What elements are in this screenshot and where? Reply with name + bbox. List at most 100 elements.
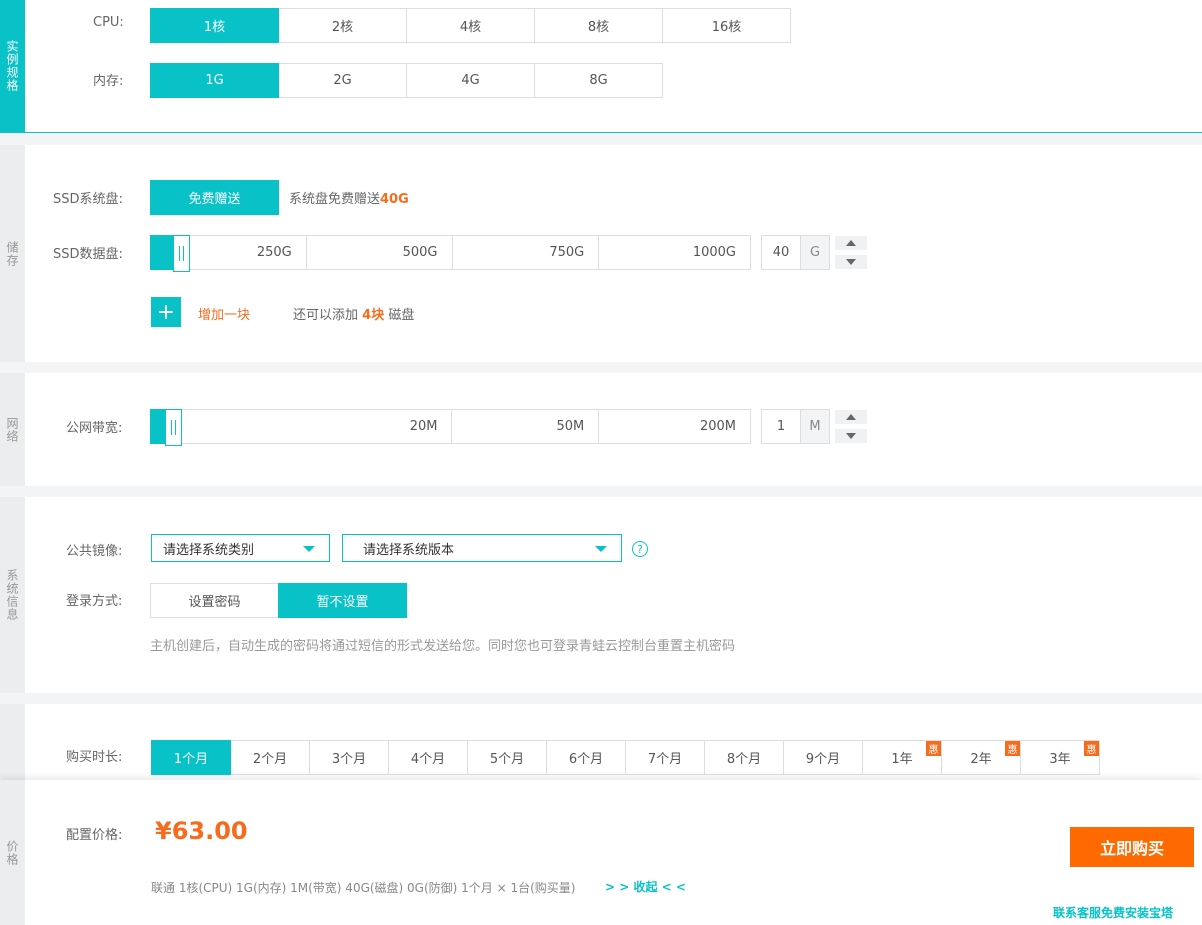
- system-disk-label: SSD系统盘:: [53, 192, 123, 207]
- cpu-option-2[interactable]: 2核: [278, 8, 407, 43]
- remaining-disks-note: 还可以添加 4块 磁盘: [293, 304, 414, 323]
- cpu-option-8[interactable]: 8核: [534, 8, 663, 43]
- cpu-label: CPU:: [93, 15, 124, 30]
- login-options: 设置密码 暂不设置: [150, 583, 407, 618]
- contact-support-link[interactable]: 联系客服免费安装宝塔: [1053, 904, 1173, 921]
- add-disk-link[interactable]: 增加一块: [198, 304, 250, 323]
- discount-badge: 惠: [926, 741, 941, 756]
- data-disk-decrement[interactable]: [835, 255, 867, 269]
- price-value: ¥63.00: [155, 817, 248, 845]
- data-disk-size-value[interactable]: 40: [762, 236, 800, 269]
- duration-option[interactable]: 4个月: [388, 740, 468, 775]
- data-disk-slider[interactable]: 250G 500G 750G 1000G: [150, 235, 751, 272]
- discount-badge: 惠: [1084, 741, 1099, 756]
- price-side-label: 价格: [0, 780, 25, 925]
- bandwidth-mark: 20M: [409, 419, 438, 434]
- bandwidth-slider-handle[interactable]: [165, 409, 182, 446]
- spec-side-label: 实例规格: [0, 0, 25, 132]
- storage-section: 储存 SSD系统盘: 免费赠送 系统盘免费赠送40G SSD数据盘: 250G …: [0, 145, 1202, 362]
- duration-option-year[interactable]: 2年 惠: [941, 740, 1021, 775]
- data-disk-mark: 1000G: [598, 236, 750, 269]
- cpu-option-1[interactable]: 1核: [150, 8, 279, 43]
- bandwidth-input[interactable]: 1 M: [761, 409, 830, 444]
- duration-option[interactable]: 2个月: [230, 740, 310, 775]
- discount-badge: 惠: [1005, 741, 1020, 756]
- section-gap: [0, 693, 1202, 704]
- price-section: 价格 配置价格: ¥63.00 立即购买 联通 1核(CPU) 1G(内存) 1…: [0, 780, 1202, 925]
- config-summary: 联通 1核(CPU) 1G(内存) 1M(带宽) 40G(磁盘) 0G(防御) …: [151, 881, 576, 895]
- duration-option[interactable]: 5个月: [467, 740, 547, 775]
- cpu-option-4[interactable]: 4核: [406, 8, 535, 43]
- free-gift-button[interactable]: 免费赠送: [150, 180, 279, 215]
- remaining-count: 4块: [362, 308, 385, 323]
- no-password-option[interactable]: 暂不设置: [278, 583, 407, 618]
- cpu-option-16[interactable]: 16核: [662, 8, 791, 43]
- duration-option[interactable]: 6个月: [546, 740, 626, 775]
- data-disk-increment[interactable]: [835, 236, 867, 250]
- memory-option-1g[interactable]: 1G: [150, 63, 279, 98]
- duration-option[interactable]: 8个月: [704, 740, 784, 775]
- duration-option[interactable]: 3个月: [309, 740, 389, 775]
- os-type-select[interactable]: 请选择系统类别: [151, 534, 330, 562]
- memory-option-8g[interactable]: 8G: [534, 63, 663, 98]
- duration-option[interactable]: 1个月: [151, 740, 231, 775]
- duration-option-label: 1年: [891, 752, 913, 767]
- system-side-label: 系统信息: [0, 497, 25, 693]
- server-config-page: 实例规格 CPU: 1核 2核 4核 8核 16核 内存: 1G 2G 4G 8…: [0, 0, 1202, 925]
- duration-option[interactable]: 7个月: [625, 740, 705, 775]
- section-gap: [0, 134, 1202, 145]
- arrow-up-icon: [846, 240, 856, 246]
- set-password-option[interactable]: 设置密码: [150, 583, 279, 618]
- duration-option-year[interactable]: 3年 惠: [1020, 740, 1100, 775]
- image-label: 公共镜像:: [66, 544, 123, 559]
- duration-option-year[interactable]: 1年 惠: [862, 740, 942, 775]
- bandwidth-label: 公网带宽:: [66, 421, 123, 436]
- data-disk-size-input[interactable]: 40 G: [761, 235, 830, 270]
- bandwidth-mark: 50M: [451, 410, 598, 443]
- duration-label: 购买时长:: [66, 750, 123, 765]
- duration-option-label: 2年: [970, 752, 992, 767]
- dropdown-caret-icon: [303, 546, 315, 552]
- duration-side-strip: [0, 704, 25, 780]
- data-disk-mark: 500G: [305, 236, 452, 269]
- duration-option[interactable]: 9个月: [783, 740, 863, 775]
- storage-side-label: 储存: [0, 145, 25, 362]
- add-disk-button[interactable]: +: [151, 297, 181, 327]
- remaining-suffix: 磁盘: [388, 308, 415, 323]
- data-disk-unit: G: [800, 236, 829, 269]
- data-disk-label: SSD数据盘:: [53, 247, 123, 262]
- os-type-placeholder: 请选择系统类别: [163, 542, 255, 558]
- system-section: 系统信息 公共镜像: 请选择系统类别 请选择系统版本 ? 登录方式: 设置密码 …: [0, 497, 1202, 693]
- duration-section: 购买时长: 1个月 2个月 3个月 4个月 5个月 6个月 7个月 8个月 9个…: [0, 704, 1202, 780]
- data-disk-slider-handle[interactable]: [173, 235, 190, 272]
- memory-options: 1G 2G 4G 8G: [150, 63, 663, 98]
- arrow-down-icon: [846, 433, 856, 439]
- memory-option-2g[interactable]: 2G: [278, 63, 407, 98]
- network-section: 网络 公网带宽: 20M 50M 200M 1 M: [0, 373, 1202, 486]
- bandwidth-decrement[interactable]: [835, 429, 867, 443]
- duration-options: 1个月 2个月 3个月 4个月 5个月 6个月 7个月 8个月 9个月 1年 惠…: [151, 740, 1100, 775]
- bandwidth-increment[interactable]: [835, 410, 867, 424]
- buy-now-button[interactable]: 立即购买: [1070, 827, 1194, 867]
- section-gap: [0, 486, 1202, 497]
- collapse-link[interactable]: > > 收起 < <: [605, 878, 686, 895]
- arrow-down-icon: [846, 259, 856, 265]
- memory-label: 内存:: [93, 74, 124, 89]
- section-gap: [0, 362, 1202, 373]
- price-label: 配置价格:: [66, 828, 123, 843]
- bandwidth-value[interactable]: 1: [762, 410, 800, 443]
- bandwidth-mark: 200M: [598, 410, 750, 443]
- dropdown-caret-icon: [595, 546, 607, 552]
- system-disk-note: 系统盘免费赠送40G: [289, 188, 409, 207]
- network-side-label: 网络: [0, 373, 25, 486]
- data-disk-mark: 750G: [451, 236, 599, 269]
- arrow-up-icon: [846, 414, 856, 420]
- system-disk-note-text: 系统盘免费赠送: [289, 192, 381, 207]
- bandwidth-slider[interactable]: 20M 50M 200M: [150, 409, 751, 446]
- help-icon[interactable]: ?: [632, 541, 648, 557]
- duration-option-label: 3年: [1049, 752, 1071, 767]
- os-version-select[interactable]: 请选择系统版本: [342, 534, 622, 562]
- memory-option-4g[interactable]: 4G: [406, 63, 535, 98]
- remaining-prefix: 还可以添加: [293, 308, 359, 323]
- cpu-options: 1核 2核 4核 8核 16核: [150, 8, 791, 43]
